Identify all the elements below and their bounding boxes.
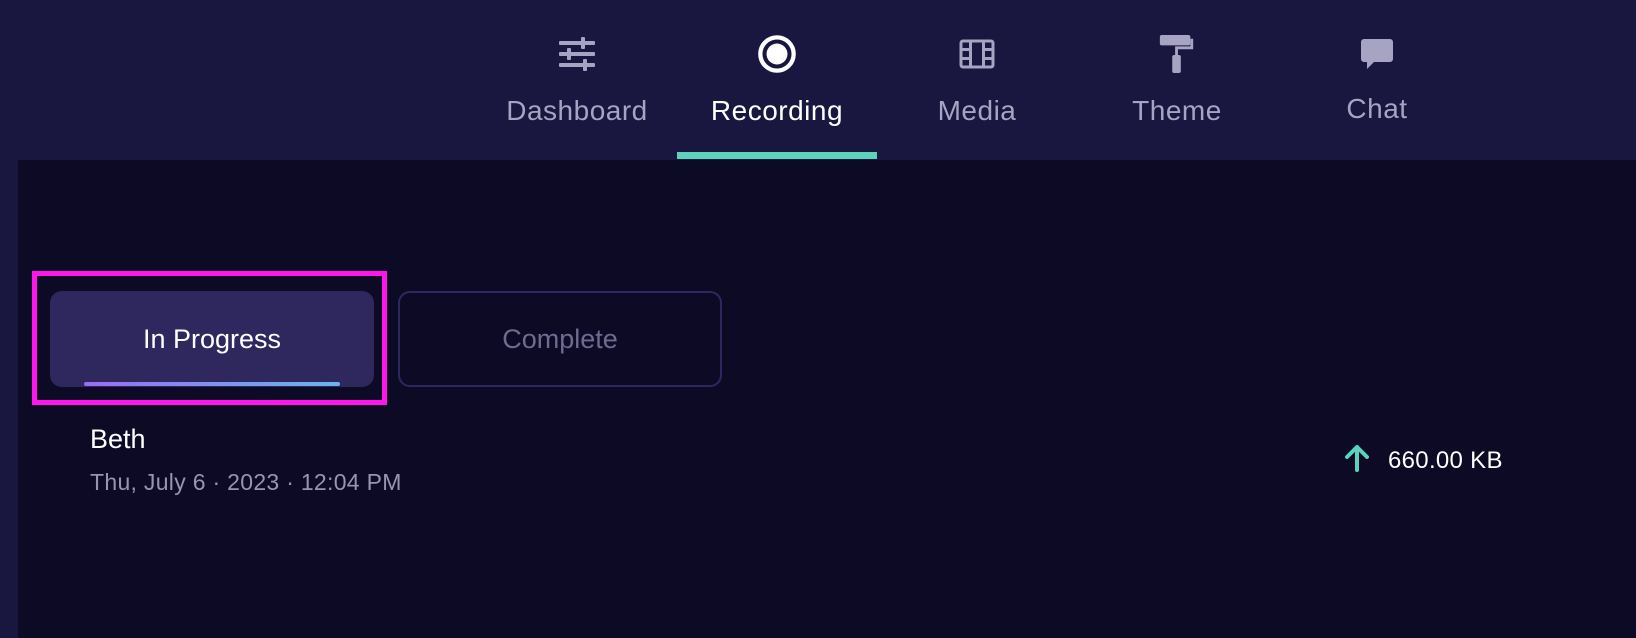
- active-tab-indicator: [677, 152, 877, 159]
- top-navigation-bar: Dashboard Recording Media Theme Chat: [0, 0, 1636, 160]
- tab-media-label: Media: [937, 95, 1017, 126]
- in-progress-underline: [84, 382, 340, 386]
- tab-dashboard-label: Dashboard: [506, 95, 648, 126]
- chat-bubble-icon: [1357, 34, 1397, 74]
- tab-chat[interactable]: Chat: [1277, 0, 1477, 160]
- recording-date: Thu, July 6 · 2023 · 12:04 PM: [90, 469, 402, 495]
- left-edge-strip: [0, 160, 18, 638]
- tab-recording-label: Recording: [710, 95, 844, 126]
- tab-dashboard[interactable]: Dashboard: [477, 0, 677, 160]
- record-icon: [757, 34, 797, 74]
- in-progress-filter-button[interactable]: In Progress: [50, 291, 374, 387]
- paint-roller-icon: [1157, 34, 1197, 74]
- recording-name[interactable]: Beth: [90, 424, 146, 455]
- complete-filter-button[interactable]: Complete: [398, 291, 722, 387]
- in-progress-label: In Progress: [142, 323, 282, 354]
- sliders-icon: [557, 34, 597, 74]
- recording-size-group: 660.00 KB: [1344, 444, 1503, 477]
- complete-label: Complete: [502, 323, 618, 354]
- arrow-up-icon: [1344, 444, 1370, 477]
- tab-theme[interactable]: Theme: [1077, 0, 1277, 160]
- tab-theme-label: Theme: [1132, 95, 1222, 126]
- tab-recording[interactable]: Recording: [677, 0, 877, 160]
- recording-size: 660.00 KB: [1388, 446, 1503, 474]
- tab-chat-label: Chat: [1346, 93, 1408, 124]
- film-icon: [957, 34, 997, 74]
- tab-media[interactable]: Media: [877, 0, 1077, 160]
